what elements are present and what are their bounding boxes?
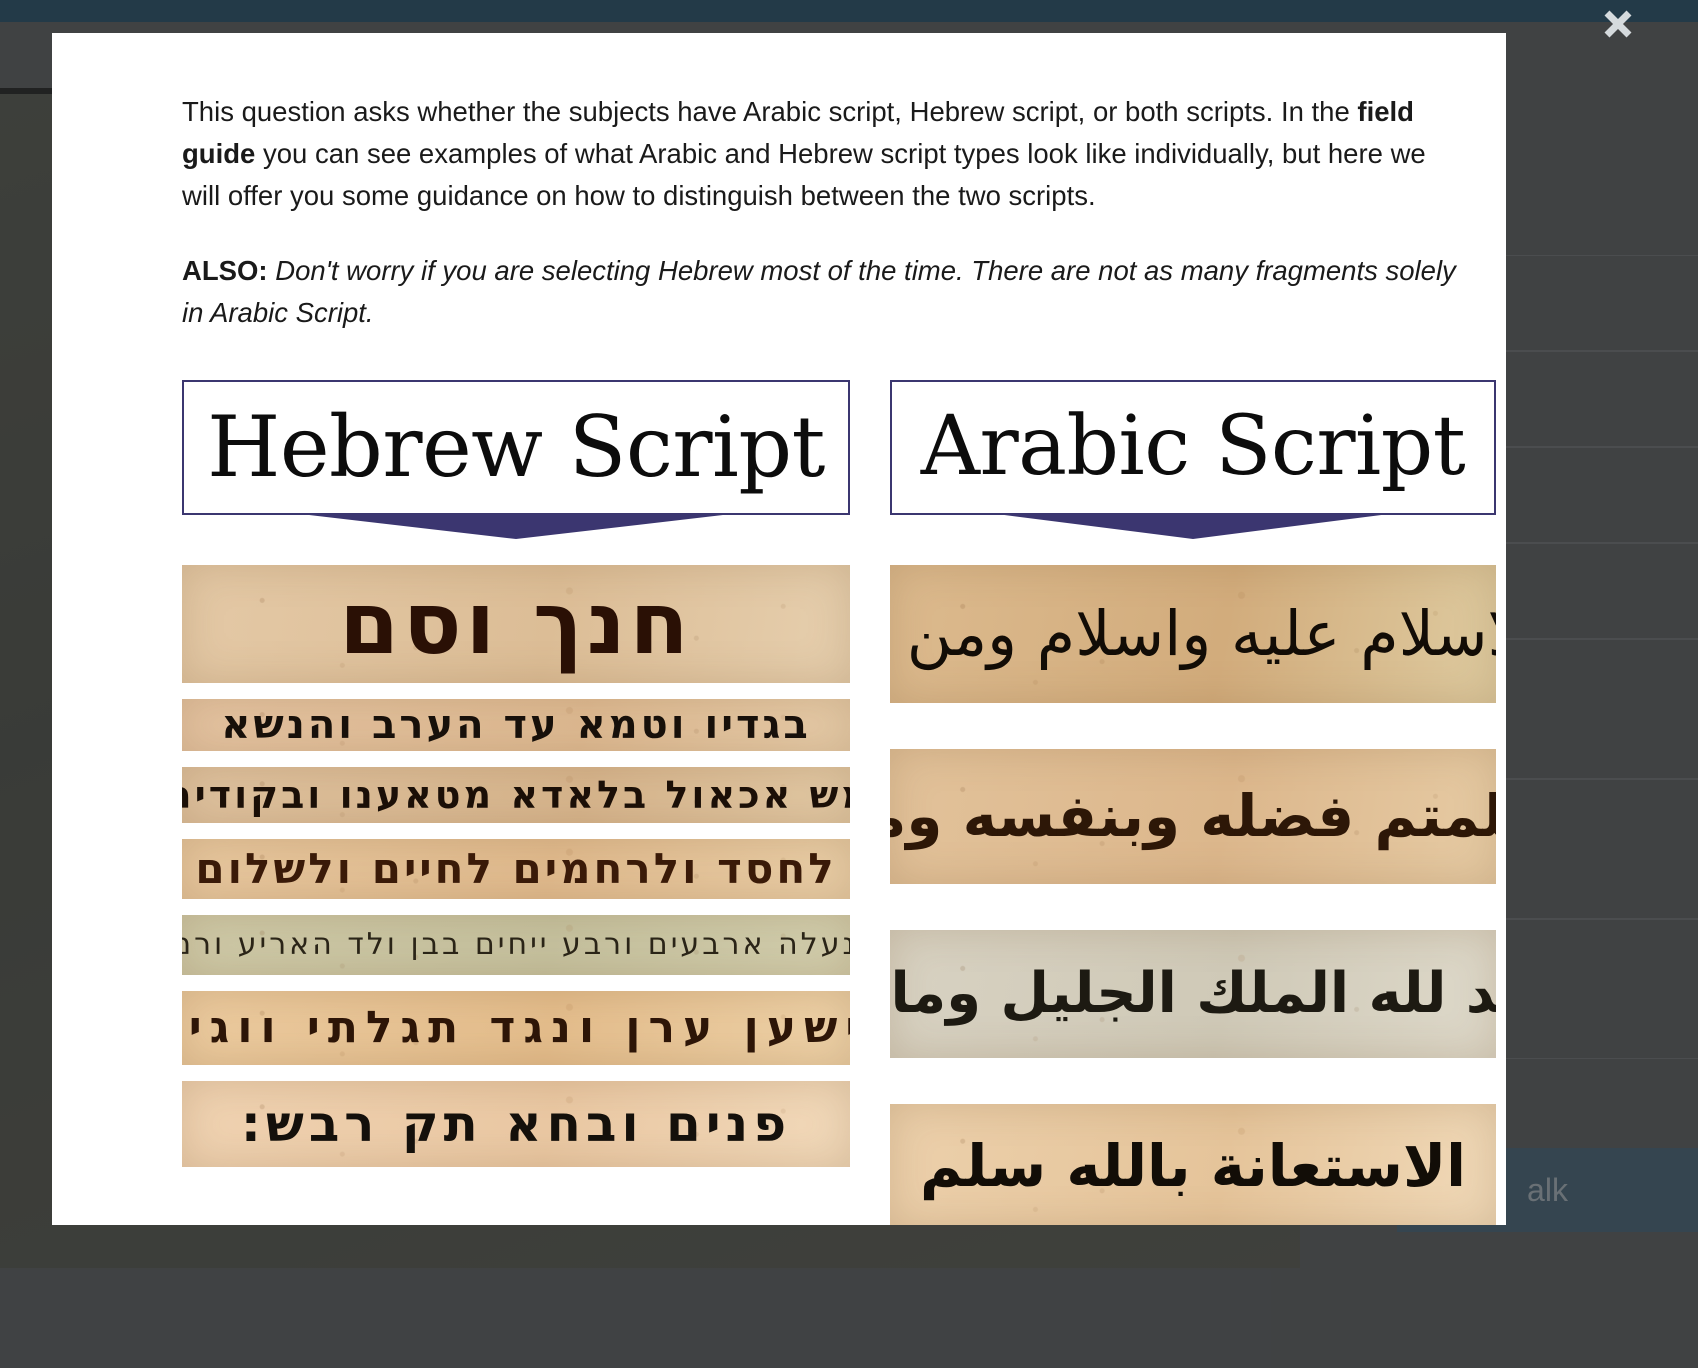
hebrew-sample-text: לחסד ולרחמים לחיים ולשלום (195, 844, 837, 894)
hebrew-sample-text: ישען ערן ונגד תגלתי ווגין (182, 1002, 850, 1054)
hebrew-sample-text: אל נעלה ארבעים ורבע ייחים בבן ולד האריע … (182, 927, 850, 963)
arabic-sample-list: كلم الاسلام عليه واسلام ومن الاصل وقد عل… (890, 564, 1496, 1225)
arabic-sample-1: كلم الاسلام عليه واسلام ومن الاصل (890, 564, 1496, 703)
intro-text-part1: This question asks whether the subjects … (182, 96, 1358, 127)
hebrew-script-column: Hebrew Script חנך וסם בגדיו וטמא עד הערב… (182, 379, 850, 1225)
close-icon (1598, 4, 1638, 44)
hebrew-sample-text: דמש אכאול בלאדא מטאענו ובקודיהא (182, 772, 850, 817)
hebrew-sample-5: אל נעלה ארבעים ורבע ייחים בבן ולד האריע … (182, 914, 850, 975)
hebrew-sample-1: חנך וסם (182, 564, 850, 683)
script-comparison: Hebrew Script חנך וסם בגדיו וטמא עד הערב… (182, 379, 1496, 1225)
arabic-sample-3: الحمد لله الملك الجليل وما كان (890, 929, 1496, 1058)
hebrew-sample-2: בגדיו וטמא עד הערב והנשא (182, 698, 850, 751)
arabic-script-column: Arabic Script كلم الاسلام عليه واسلام وم… (890, 379, 1496, 1225)
modal-content: This question asks whether the subjects … (52, 91, 1506, 1225)
arabic-sample-2: وقد علمتم فضله وبنفسه ومن هنا (890, 748, 1496, 884)
arabic-sample-text: الاستعانة بالله سلم (920, 1131, 1467, 1200)
hebrew-down-arrow-icon (292, 512, 740, 539)
arabic-down-arrow-icon (989, 512, 1397, 539)
hebrew-sample-3: דמש אכאול בלאדא מטאענו ובקודיהא (182, 766, 850, 823)
intro-paragraph: This question asks whether the subjects … (182, 91, 1462, 216)
arabic-sample-4: الاستعانة بالله سلم (890, 1103, 1496, 1225)
arabic-sample-text: كلم الاسلام عليه واسلام ومن الاصل (890, 597, 1496, 671)
also-label: ALSO: (182, 255, 268, 287)
also-paragraph: ALSO: Don't worry if you are selecting H… (182, 250, 1462, 334)
intro-text-part2: you can see examples of what Arabic and … (182, 137, 1426, 211)
hebrew-sample-list: חנך וסם בגדיו וטמא עד הערב והנשא דמש אכא… (182, 564, 850, 1167)
hebrew-sample-text: בגדיו וטמא עד הערב והנשא (221, 701, 811, 748)
arabic-sample-text: وقد علمتم فضله وبنفسه ومن هنا (890, 782, 1496, 851)
hebrew-sample-7: פנים ובחא תק רבש: (182, 1080, 850, 1167)
hebrew-script-label: Hebrew Script (207, 398, 825, 497)
also-text: Don't worry if you are selecting Hebrew … (182, 255, 1456, 329)
help-modal: This question asks whether the subjects … (52, 33, 1506, 1225)
hebrew-sample-text: חנך וסם (339, 573, 693, 674)
hebrew-sample-4: לחסד ולרחמים לחיים ולשלום (182, 838, 850, 899)
arabic-script-label: Arabic Script (920, 399, 1466, 495)
arabic-script-header: Arabic Script (890, 379, 1496, 539)
hebrew-sample-6: ישען ערן ונגד תגלתי ווגין (182, 990, 850, 1065)
arabic-sample-text: الحمد لله الملك الجليل وما كان (890, 961, 1496, 1027)
hebrew-sample-text: פנים ובחא תק רבש: (240, 1094, 792, 1153)
close-button[interactable] (1596, 2, 1640, 46)
hebrew-script-header: Hebrew Script (182, 379, 850, 539)
